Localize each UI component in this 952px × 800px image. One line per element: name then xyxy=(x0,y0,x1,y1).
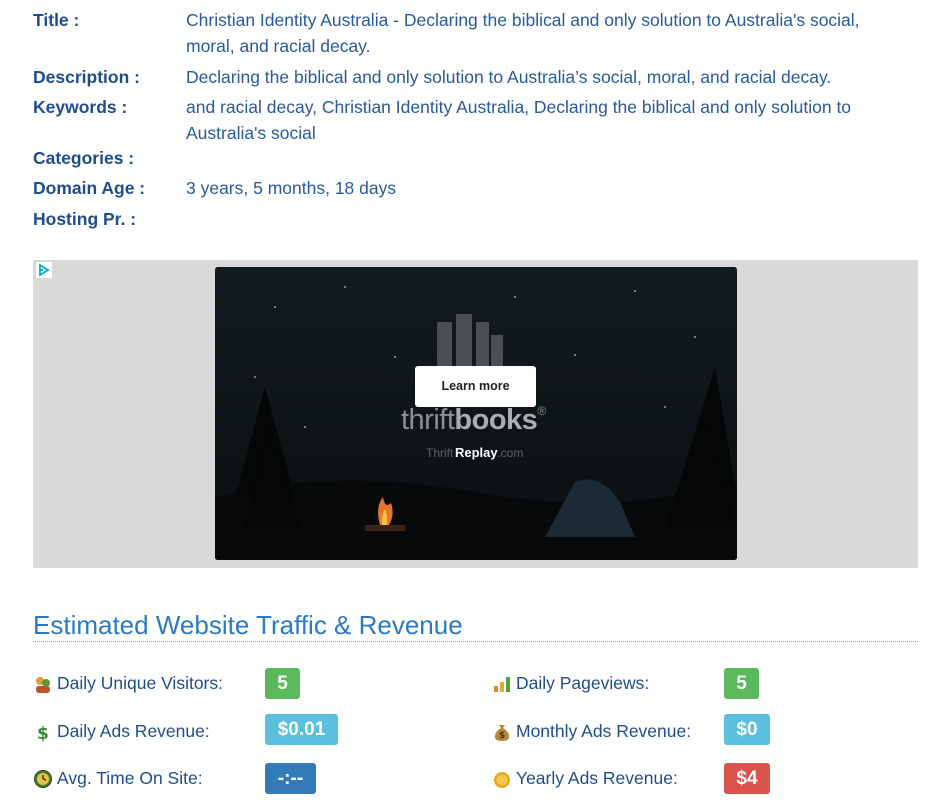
svg-text:$: $ xyxy=(37,724,49,742)
avg-time-on-site-label: Avg. Time On Site: xyxy=(57,768,203,788)
description-label: Description : xyxy=(33,67,140,87)
clock-icon xyxy=(33,769,53,789)
title-value-line1: Christian Identity Australia - Declaring… xyxy=(186,10,860,30)
yearly-ads-revenue-label: Yearly Ads Revenue: xyxy=(516,768,678,788)
keywords-value: and racial decay, Christian Identity Aus… xyxy=(186,94,886,146)
adchoices-icon[interactable] xyxy=(36,262,52,278)
keywords-label: Keywords : xyxy=(33,97,128,117)
daily-pageviews-label: Daily Pageviews: xyxy=(516,673,650,693)
monthly-ads-revenue-badge: $0 xyxy=(724,714,770,745)
dollar-icon: $ xyxy=(33,722,53,744)
daily-pageviews-badge: 5 xyxy=(724,668,759,699)
keywords-value-line2: Australia's social xyxy=(186,123,316,143)
daily-ads-revenue-label: Daily Ads Revenue: xyxy=(57,721,210,741)
visitors-icon xyxy=(33,674,53,694)
replay-button[interactable]: Replay xyxy=(455,445,498,460)
daily-unique-visitors-label: Daily Unique Visitors: xyxy=(57,673,223,693)
domain-age-label: Domain Age : xyxy=(33,178,146,198)
coin-icon xyxy=(492,770,512,790)
keywords-value-line1: and racial decay, Christian Identity Aus… xyxy=(186,97,852,117)
svg-text:$: $ xyxy=(499,731,505,741)
advertisement[interactable]: thriftbooks® Thrift .com Learn more Repla… xyxy=(33,260,918,568)
categories-label: Categories : xyxy=(33,148,135,168)
avg-time-on-site-badge: -:-- xyxy=(265,763,316,794)
brand-logo-text: thriftbooks® xyxy=(401,404,546,436)
domain-age-value: 3 years, 5 months, 18 days xyxy=(186,178,397,198)
yearly-ads-revenue-badge: $4 xyxy=(724,763,770,794)
title-value-line2: moral, and racial decay. xyxy=(186,36,371,56)
title-value: Christian Identity Australia - Declaring… xyxy=(186,7,886,59)
description-value: Declaring the biblical and only solution… xyxy=(186,67,832,87)
pageviews-icon xyxy=(492,674,512,694)
monthly-ads-revenue-label: Monthly Ads Revenue: xyxy=(516,721,692,741)
daily-unique-visitors-badge: 5 xyxy=(265,668,300,699)
money-bag-icon: $ xyxy=(492,722,512,742)
traffic-section-title: Estimated Website Traffic & Revenue xyxy=(33,610,463,640)
section-divider xyxy=(33,641,918,642)
learn-more-button[interactable]: Learn more xyxy=(415,366,536,407)
ad-video[interactable]: thriftbooks® Thrift .com Learn more Repla… xyxy=(215,267,737,560)
hosting-label: Hosting Pr. : xyxy=(33,209,137,229)
title-label: Title : xyxy=(33,10,80,30)
daily-ads-revenue-badge: $0.01 xyxy=(265,714,338,745)
